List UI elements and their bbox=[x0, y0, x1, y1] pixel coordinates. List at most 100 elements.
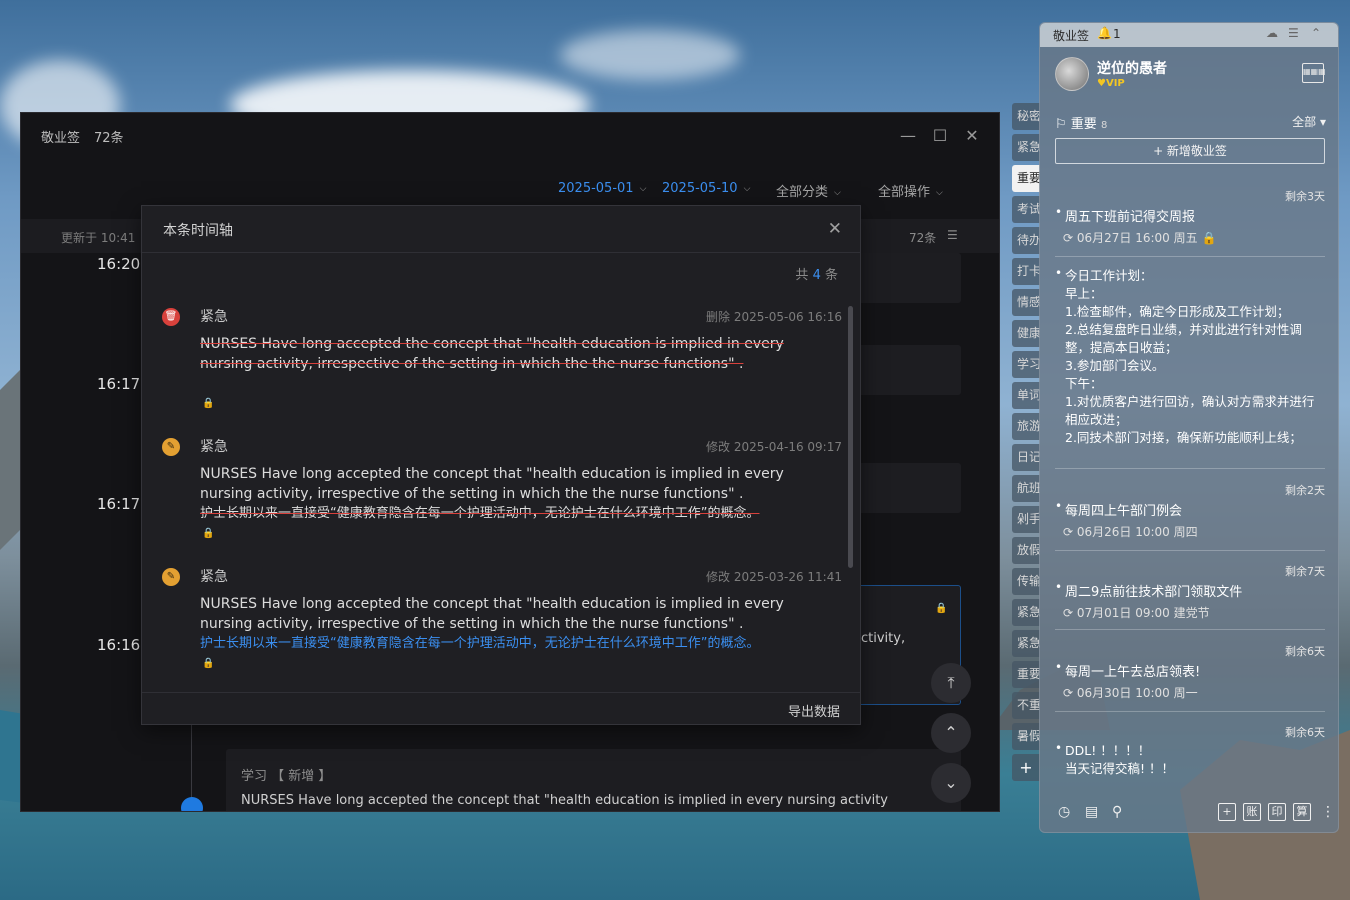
account-icon[interactable]: 账 bbox=[1243, 803, 1261, 821]
add-icon[interactable]: + bbox=[1218, 803, 1236, 821]
cloud-sync-icon[interactable]: ☁ bbox=[1266, 26, 1278, 40]
background-cloud bbox=[560, 30, 740, 80]
category-tab[interactable]: 传输 bbox=[1012, 568, 1040, 595]
sticky-note-widget: 敬业签 🔔 1 ☁ ☰ ⌃ 逆位的愚者 ♥VIP ▦▦▦ ⚐ 重要 8 全部 ▾… bbox=[1039, 22, 1339, 833]
category-tab[interactable]: 打卡 bbox=[1012, 258, 1040, 285]
category-tab[interactable]: 待办 bbox=[1012, 227, 1040, 254]
calendar-icon[interactable]: ▦▦▦ bbox=[1302, 63, 1326, 83]
category-tab-active[interactable]: 重要 bbox=[1012, 165, 1040, 192]
entry-text-cn-removed: 护士长期以来一直接受“健康教育隐含在每一个护理活动中，无论护士在什么环境中工作”… bbox=[200, 506, 760, 521]
scroll-down-button[interactable]: ⌄ bbox=[931, 763, 971, 803]
note-item[interactable]: 剩余6天 • DDL! ！！！！ 当天记得交稿! ！！ bbox=[1055, 724, 1325, 794]
category-tab[interactable]: 学习 bbox=[1012, 351, 1040, 378]
timeline-time: 16:16: bbox=[97, 636, 146, 654]
category-tab[interactable]: 放假 bbox=[1012, 537, 1040, 564]
scroll-up-button[interactable]: ⌃ bbox=[931, 713, 971, 753]
date-start-select[interactable]: 2025-05-01 ⌵ bbox=[558, 181, 646, 196]
bell-icon[interactable]: 🔔 bbox=[1097, 26, 1112, 40]
category-tab[interactable]: 考试 bbox=[1012, 196, 1040, 223]
collapse-icon[interactable]: ⌃ bbox=[1311, 26, 1321, 40]
category-tab[interactable]: 日记 bbox=[1012, 444, 1040, 471]
close-icon[interactable]: ✕ bbox=[828, 219, 842, 239]
category-tab[interactable]: 旅游 bbox=[1012, 413, 1040, 440]
list-view-icon[interactable]: ☰ bbox=[947, 228, 958, 242]
category-select[interactable]: 全部分类 ⌵ bbox=[776, 181, 841, 200]
close-icon[interactable]: ✕ bbox=[961, 125, 983, 147]
category-tab[interactable]: 秘密 bbox=[1012, 103, 1040, 130]
category-tab[interactable]: 重要 bbox=[1012, 661, 1040, 688]
entry-text: NURSES Have long accepted the concept th… bbox=[200, 466, 784, 502]
entry-meta: 修改 2025-03-26 11:41 bbox=[706, 570, 842, 584]
operations-menu[interactable]: 全部操作 ⌵ bbox=[878, 181, 943, 200]
category-tab[interactable]: 不重 bbox=[1012, 692, 1040, 719]
category-tab[interactable]: 航班 bbox=[1012, 475, 1040, 502]
scroll-top-button[interactable]: ⤒ bbox=[931, 663, 971, 703]
note-item[interactable]: 剩余6天 • 每周一上午去总店领表! ⟳ 06月30日 10:00 周一 bbox=[1055, 643, 1325, 713]
avatar[interactable] bbox=[1055, 57, 1089, 91]
category-tab[interactable]: 暑假 bbox=[1012, 723, 1040, 750]
note-remaining: 剩余2天 bbox=[1285, 484, 1325, 497]
category-tab[interactable]: 紧急 bbox=[1012, 599, 1040, 626]
modal-footer: 导出数据 bbox=[142, 692, 860, 724]
edit-icon: ✎ bbox=[162, 568, 180, 586]
print-icon[interactable]: 印 bbox=[1268, 803, 1286, 821]
widget-topbar: 敬业签 🔔 1 ☁ ☰ ⌃ bbox=[1040, 23, 1338, 47]
more-icon[interactable]: ⋮ bbox=[1321, 804, 1335, 820]
category-tab[interactable]: 单词 bbox=[1012, 382, 1040, 409]
note-card-label: 学习 【 新增 】 bbox=[241, 769, 332, 784]
timeline-entry: ✎ 紧急 修改 2025-03-26 11:41 NURSES Have lon… bbox=[162, 566, 842, 676]
note-time: ⟳ 06月26日 10:00 周四 bbox=[1063, 525, 1198, 539]
maximize-icon[interactable]: ☐ bbox=[929, 125, 951, 147]
note-remaining: 剩余3天 bbox=[1285, 190, 1325, 203]
bullet: • bbox=[1055, 499, 1063, 513]
vip-badge: ♥VIP bbox=[1097, 78, 1125, 89]
entry-text: NURSES Have long accepted the concept th… bbox=[200, 336, 784, 372]
category-tab[interactable]: 紧急 bbox=[1012, 134, 1040, 161]
add-category-button[interactable]: + bbox=[1012, 754, 1040, 781]
clock-icon[interactable]: ◷ bbox=[1058, 804, 1070, 820]
bullet: • bbox=[1055, 266, 1063, 280]
timeline-time: 16:17: bbox=[97, 495, 146, 513]
category-tab[interactable]: 紧急 bbox=[1012, 630, 1040, 657]
modal-title: 本条时间轴 bbox=[163, 223, 233, 239]
entry-meta: 删除 2025-05-06 16:16 bbox=[706, 310, 842, 324]
entry-text-block: NURSES Have long accepted the concept th… bbox=[200, 464, 820, 524]
chevron-down-icon: ⌵ bbox=[639, 184, 647, 194]
note-title: 每周一上午去总店领表! bbox=[1065, 665, 1201, 680]
note-item[interactable]: 剩余2天 • 每周四上午部门例会 ⟳ 06月26日 10:00 周四 bbox=[1055, 482, 1325, 552]
note-item[interactable]: 剩余7天 • 周二9点前往技术部门领取文件 ⟳ 07月01日 09:00 建党节 bbox=[1055, 563, 1325, 633]
timeline-entry: ✎ 紧急 修改 2025-04-16 09:17 NURSES Have lon… bbox=[162, 436, 842, 546]
timeline-dot bbox=[181, 797, 203, 811]
updated-time: 更新于 10:41 bbox=[61, 231, 136, 245]
category-tab[interactable]: 情感 bbox=[1012, 289, 1040, 316]
modal-scrollbar[interactable] bbox=[848, 306, 853, 568]
category-tab[interactable]: 健康 bbox=[1012, 320, 1040, 347]
bullet: • bbox=[1055, 660, 1063, 674]
export-button[interactable]: 导出数据 bbox=[788, 701, 840, 720]
note-item[interactable]: • 今日工作计划： 早上： 1.检查邮件，确定今日形成及工作计划； 2.总结复盘… bbox=[1055, 249, 1325, 449]
flag-icon: ⚐ bbox=[1055, 117, 1067, 132]
entry-text: NURSES Have long accepted the concept th… bbox=[200, 596, 784, 632]
lock-icon: 🔒 bbox=[935, 603, 948, 614]
username: 逆位的愚者 bbox=[1097, 61, 1167, 77]
note-item[interactable]: 剩余3天 • 周五下班前记得交周报 ⟳ 06月27日 16:00 周五 🔒 bbox=[1055, 188, 1325, 258]
note-remaining: 剩余6天 bbox=[1285, 726, 1325, 739]
add-note-button[interactable]: + 新增敬业签 bbox=[1055, 138, 1325, 164]
note-time: ⟳ 06月27日 16:00 周五 🔒 bbox=[1063, 231, 1217, 245]
category-tab[interactable]: 剁手 bbox=[1012, 506, 1040, 533]
search-icon[interactable]: ⚲ bbox=[1112, 804, 1122, 820]
archive-icon[interactable]: ▤ bbox=[1085, 804, 1098, 820]
calculator-icon[interactable]: 算 bbox=[1293, 803, 1311, 821]
note-time: ⟳ 07月01日 09:00 建党节 bbox=[1063, 606, 1210, 620]
modal-header: 本条时间轴 ✕ bbox=[142, 206, 860, 253]
timeline-time: 16:20: bbox=[97, 255, 146, 273]
date-end-select[interactable]: 2025-05-10 ⌵ bbox=[662, 181, 750, 196]
note-remaining: 剩余7天 bbox=[1285, 565, 1325, 578]
divider bbox=[1055, 629, 1325, 630]
chevron-down-icon: ⌵ bbox=[834, 188, 841, 198]
widget-app-name: 敬业签 bbox=[1053, 29, 1090, 43]
minimize-icon[interactable]: — bbox=[897, 125, 919, 147]
widget-filter-select[interactable]: 全部 ▾ bbox=[1292, 113, 1326, 130]
title-bar: 敬业签 72条 — ☐ ✕ bbox=[21, 113, 999, 157]
menu-icon[interactable]: ☰ bbox=[1288, 26, 1299, 40]
